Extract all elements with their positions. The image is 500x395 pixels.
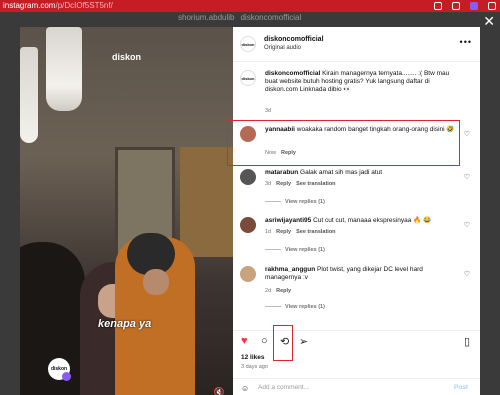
heart-icon[interactable]: ♡: [464, 270, 470, 278]
reply-button[interactable]: Reply: [276, 181, 291, 187]
video-caption: kenapa ya: [98, 318, 152, 330]
see-translation-button[interactable]: See translation: [296, 181, 335, 187]
backdrop-user-1: shorium.abdulib: [178, 13, 235, 22]
video-lamp-2: [20, 47, 38, 143]
highlight-annotation: [227, 120, 460, 166]
reply-button[interactable]: Reply: [276, 288, 291, 294]
video-person-cap: [115, 233, 195, 395]
comment-text: asriwijayanti95 Cut cut cut, manaaa eksp…: [265, 217, 432, 224]
extension-icon[interactable]: [470, 2, 478, 10]
comment-input[interactable]: Add a comment...: [258, 384, 309, 391]
view-replies-button[interactable]: View replies (1): [265, 304, 325, 310]
url-text: instagram.com/p/DcIOf5ST5nf/: [3, 1, 113, 10]
browser-url-bar[interactable]: instagram.com/p/DcIOf5ST5nf/: [0, 0, 500, 12]
like-count[interactable]: 12 likes: [241, 354, 265, 361]
menu-icon[interactable]: [488, 2, 496, 10]
heart-icon[interactable]: ♡: [464, 173, 470, 181]
video-logo: diskon: [112, 52, 142, 62]
see-translation-button[interactable]: See translation: [296, 229, 335, 235]
post-button[interactable]: Post: [454, 384, 468, 391]
repost-annotation: [273, 325, 293, 361]
star-icon[interactable]: [452, 2, 460, 10]
comment-text: matarabun Galak amat sih mas jadi atut: [265, 169, 383, 176]
comment-icon[interactable]: ○: [261, 335, 268, 347]
badge-dot-icon: [62, 372, 71, 381]
avatar[interactable]: [240, 169, 256, 185]
view-replies-button[interactable]: View replies (1): [265, 247, 325, 253]
view-replies-button[interactable]: View replies (1): [265, 199, 325, 205]
post-date: 3 days ago: [241, 364, 268, 370]
bookmark-icon[interactable]: ▯: [464, 335, 470, 348]
backdrop-user-2: diskoncomofficial: [240, 13, 302, 22]
post-author[interactable]: diskoncomofficial: [264, 36, 324, 43]
post-side-panel: diskon diskoncomofficial Original audio …: [233, 27, 480, 395]
avatar[interactable]: [240, 217, 256, 233]
browser-toolbar-icons: [434, 0, 496, 12]
video-lamp: [46, 27, 82, 111]
emoji-icon[interactable]: ☺: [241, 384, 249, 393]
video-shelf: [180, 147, 233, 257]
heart-icon[interactable]: ♡: [464, 130, 470, 138]
avatar[interactable]: diskon: [240, 70, 256, 86]
avatar[interactable]: diskon: [240, 36, 256, 52]
heart-icon[interactable]: ♡: [464, 221, 470, 229]
post-actions: ♥ ○ ⟲ ➢ ▯: [233, 330, 480, 350]
share-icon[interactable]: ➢: [299, 335, 308, 348]
caption-text: diskoncomofficial Kirain managernya tern…: [265, 70, 450, 93]
more-icon[interactable]: •••: [460, 37, 472, 47]
reply-button[interactable]: Reply: [276, 229, 291, 235]
video-player[interactable]: diskon kenapa ya diskon 🔇: [20, 27, 233, 395]
heart-icon[interactable]: ♥: [241, 335, 248, 347]
add-comment-bar: ☺ Add a comment... Post: [233, 378, 480, 395]
install-icon[interactable]: [434, 2, 442, 10]
comment-meta: 2d Reply: [265, 288, 292, 294]
comment-meta: 3d Reply See translation: [265, 181, 336, 187]
caption-time: 3d: [265, 108, 272, 114]
audio-label[interactable]: Original audio: [264, 45, 301, 51]
page-backdrop-right: [480, 27, 500, 395]
post-header: diskon diskoncomofficial Original audio …: [233, 27, 480, 62]
comment-meta: 1d Reply See translation: [265, 229, 336, 235]
close-icon[interactable]: ✕: [483, 14, 495, 28]
mute-icon[interactable]: 🔇: [214, 387, 225, 395]
avatar[interactable]: [240, 266, 256, 282]
comment-text: rakhma_anggun Plot twist, yang dikejar D…: [265, 266, 423, 281]
backdrop-usernames: shorium.abdulib diskoncomofficial: [178, 13, 301, 22]
